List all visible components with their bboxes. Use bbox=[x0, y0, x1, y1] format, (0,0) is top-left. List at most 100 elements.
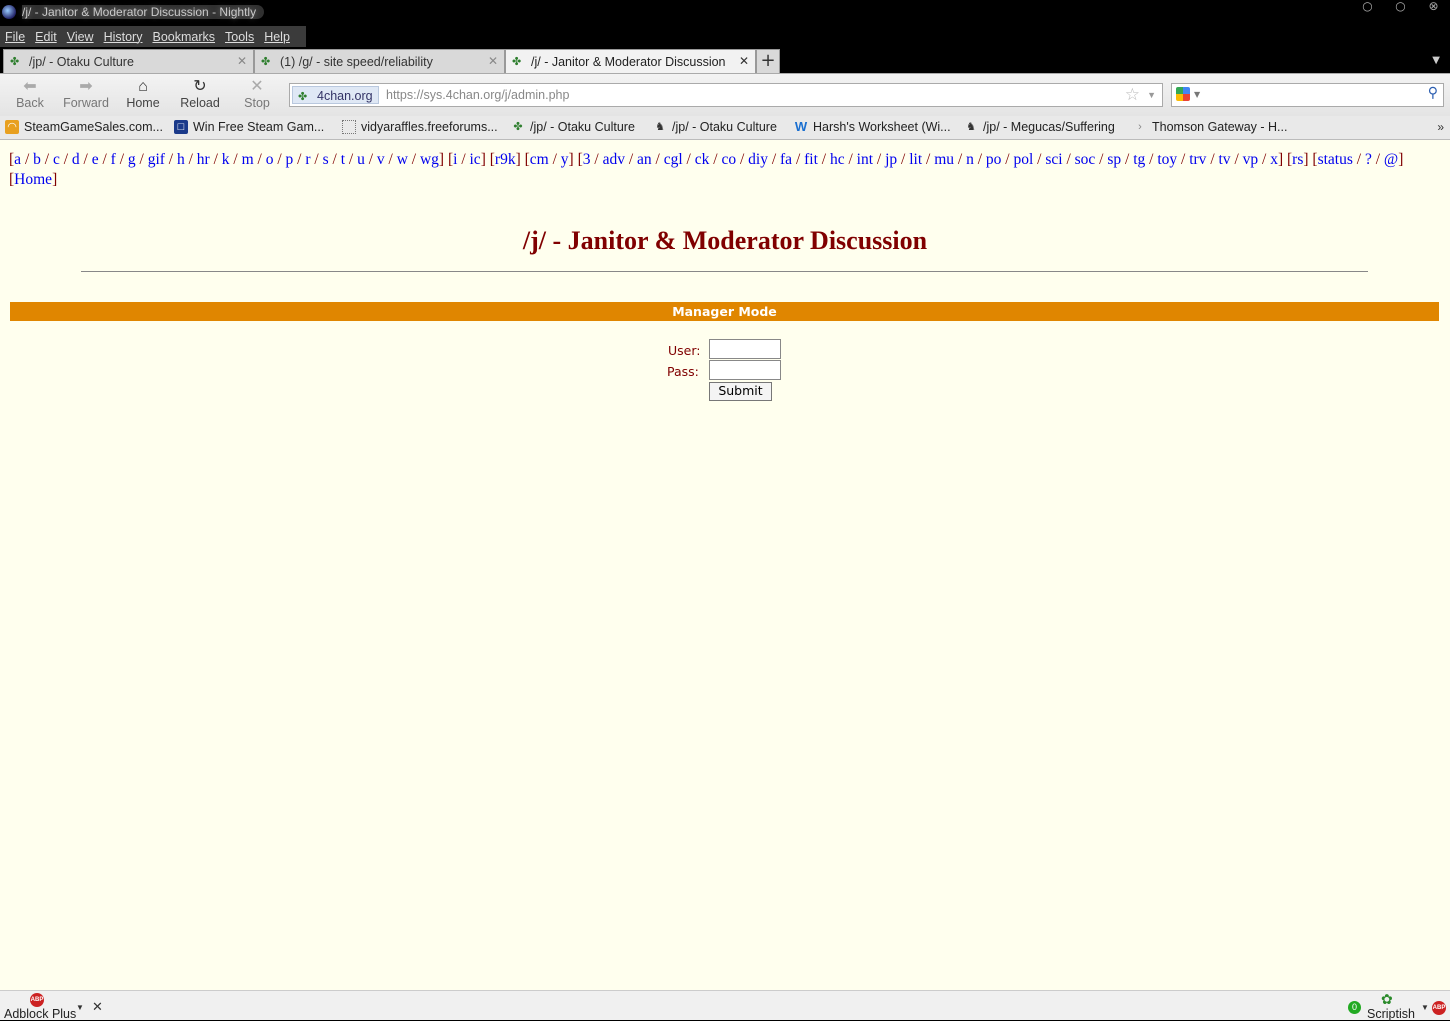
scriptish-label[interactable]: Scriptish bbox=[1367, 1007, 1415, 1021]
board-link-x[interactable]: x bbox=[1270, 151, 1278, 168]
site-identity-button[interactable]: ✤ 4chan.org bbox=[292, 86, 379, 104]
board-link-pol[interactable]: pol bbox=[1013, 151, 1033, 168]
home-button[interactable]: ⌂ Home bbox=[116, 78, 170, 110]
board-link-y[interactable]: y bbox=[561, 151, 569, 168]
board-link-sp[interactable]: sp bbox=[1107, 151, 1121, 168]
board-link-fa[interactable]: fa bbox=[780, 151, 792, 168]
pass-input[interactable] bbox=[709, 360, 781, 380]
board-link-k[interactable]: k bbox=[222, 151, 230, 168]
board-link-status[interactable]: status bbox=[1318, 151, 1353, 168]
board-link-s[interactable]: s bbox=[323, 151, 329, 168]
board-link-h[interactable]: h bbox=[177, 151, 185, 168]
close-addon-bar-icon[interactable]: ✕ bbox=[92, 999, 103, 1015]
board-link-trv[interactable]: trv bbox=[1189, 151, 1206, 168]
reload-button[interactable]: ↻ Reload bbox=[173, 78, 227, 110]
board-link-v[interactable]: v bbox=[377, 151, 385, 168]
board-link-x[interactable]: @ bbox=[1384, 151, 1398, 168]
board-link-gif[interactable]: gif bbox=[148, 151, 165, 168]
board-link-c[interactable]: c bbox=[53, 151, 60, 168]
search-magnifier-icon[interactable]: ⚲ bbox=[1428, 85, 1438, 101]
board-link-e[interactable]: e bbox=[92, 151, 99, 168]
board-link-cgl[interactable]: cgl bbox=[664, 151, 683, 168]
board-link-ck[interactable]: ck bbox=[695, 151, 710, 168]
board-link-co[interactable]: co bbox=[721, 151, 736, 168]
board-link-wg[interactable]: wg bbox=[420, 151, 439, 168]
board-link-o[interactable]: o bbox=[266, 151, 274, 168]
adblock-plus-icon[interactable]: ABP bbox=[1432, 1001, 1446, 1015]
board-link-po[interactable]: po bbox=[986, 151, 1002, 168]
forward-button[interactable]: ➡ Forward bbox=[59, 78, 113, 110]
board-link-diy[interactable]: diy bbox=[748, 151, 768, 168]
scriptish-dropdown-icon[interactable]: ▼ bbox=[1421, 1003, 1429, 1012]
board-link-home[interactable]: Home bbox=[14, 171, 52, 188]
google-engine-icon[interactable] bbox=[1176, 87, 1190, 101]
url-text[interactable]: https://sys.4chan.org/j/admin.php bbox=[386, 88, 569, 102]
bookmark-jp-otaku-culture[interactable]: ✤ /jp/ - Otaku Culture bbox=[511, 120, 635, 134]
board-link-w[interactable]: w bbox=[397, 151, 408, 168]
board-link-hc[interactable]: hc bbox=[830, 151, 845, 168]
engine-dropdown-icon[interactable]: ▼ bbox=[1194, 90, 1200, 99]
adblock-dropdown-icon[interactable]: ▼ bbox=[76, 1003, 84, 1012]
board-link-hr[interactable]: hr bbox=[197, 151, 210, 168]
board-link-3[interactable]: 3 bbox=[583, 151, 591, 168]
board-link-a[interactable]: a bbox=[14, 151, 21, 168]
board-link-i[interactable]: i bbox=[453, 151, 457, 168]
board-link-m[interactable]: m bbox=[242, 151, 254, 168]
tab-j-janitor-moderator[interactable]: ✤ /j/ - Janitor & Moderator Discussion ✕ bbox=[505, 49, 756, 73]
more-bookmarks-chevron-icon[interactable]: » bbox=[1437, 120, 1444, 134]
adblock-plus-icon[interactable]: ABP bbox=[30, 993, 44, 1007]
url-history-dropdown-icon[interactable]: ▼ bbox=[1147, 90, 1156, 100]
bookmark-steamgamesales[interactable]: ◠ SteamGameSales.com... bbox=[5, 120, 163, 134]
board-link-tv[interactable]: tv bbox=[1219, 151, 1231, 168]
board-link-sci[interactable]: sci bbox=[1045, 151, 1062, 168]
board-link-jp[interactable]: jp bbox=[885, 151, 897, 168]
user-input[interactable] bbox=[709, 339, 781, 359]
board-link-int[interactable]: int bbox=[857, 151, 873, 168]
bookmark-jp-otaku-culture-2[interactable]: ♞ /jp/ - Otaku Culture bbox=[653, 120, 777, 134]
tab-g-site-speed[interactable]: ✤ (1) /g/ - site speed/reliability ✕ bbox=[254, 49, 505, 73]
board-link-rs[interactable]: rs bbox=[1292, 151, 1303, 168]
menu-file[interactable]: File bbox=[0, 30, 30, 44]
board-link-b[interactable]: b bbox=[33, 151, 41, 168]
menu-history[interactable]: History bbox=[99, 30, 148, 44]
stop-button[interactable]: ✕ Stop bbox=[230, 78, 284, 110]
board-link-d[interactable]: d bbox=[72, 151, 80, 168]
board-link-vp[interactable]: vp bbox=[1243, 151, 1259, 168]
board-link-r[interactable]: r bbox=[305, 151, 310, 168]
bookmark-thomson-gateway[interactable]: › Thomson Gateway - H... bbox=[1133, 120, 1287, 134]
board-link-tg[interactable]: tg bbox=[1133, 151, 1145, 168]
close-window-icon[interactable]: ⊗ bbox=[1427, 0, 1440, 13]
board-link-p[interactable]: p bbox=[286, 151, 294, 168]
close-tab-icon[interactable]: ✕ bbox=[237, 54, 247, 68]
maximize-icon[interactable]: ○ bbox=[1394, 0, 1407, 13]
menu-bookmarks[interactable]: Bookmarks bbox=[147, 30, 220, 44]
board-link-f[interactable]: f bbox=[111, 151, 116, 168]
bookmark-vidyaraffles[interactable]: vidyaraffles.freeforums... bbox=[342, 120, 498, 134]
menu-tools[interactable]: Tools bbox=[220, 30, 259, 44]
board-link-adv[interactable]: adv bbox=[603, 151, 625, 168]
board-link-toy[interactable]: toy bbox=[1157, 151, 1177, 168]
board-link-ic[interactable]: ic bbox=[470, 151, 481, 168]
board-link-cm[interactable]: cm bbox=[530, 151, 549, 168]
adblock-plus-label[interactable]: Adblock Plus bbox=[4, 1007, 76, 1021]
menu-edit[interactable]: Edit bbox=[30, 30, 62, 44]
menu-help[interactable]: Help bbox=[259, 30, 295, 44]
search-input[interactable] bbox=[1206, 86, 1416, 104]
menu-view[interactable]: View bbox=[62, 30, 99, 44]
board-link-t[interactable]: t bbox=[341, 151, 345, 168]
board-link-fit[interactable]: fit bbox=[804, 151, 818, 168]
bookmark-win-free-steam[interactable]: □ Win Free Steam Gam... bbox=[174, 120, 324, 134]
board-link-n[interactable]: n bbox=[966, 151, 974, 168]
board-link-x[interactable]: ? bbox=[1365, 151, 1372, 168]
board-link-g[interactable]: g bbox=[128, 151, 136, 168]
board-link-u[interactable]: u bbox=[357, 151, 365, 168]
back-button[interactable]: ⬅ Back bbox=[3, 78, 57, 110]
board-link-mu[interactable]: mu bbox=[934, 151, 954, 168]
bookmark-jp-megucas[interactable]: ♞ /jp/ - Megucas/Suffering bbox=[964, 120, 1115, 134]
minimize-icon[interactable]: ○ bbox=[1361, 0, 1374, 13]
board-link-an[interactable]: an bbox=[637, 151, 652, 168]
bookmark-star-icon[interactable]: ☆ bbox=[1125, 85, 1140, 105]
board-link-r9k[interactable]: r9k bbox=[495, 151, 516, 168]
list-all-tabs-icon[interactable]: ▼ bbox=[1432, 55, 1440, 66]
url-bar[interactable]: ✤ 4chan.org https://sys.4chan.org/j/admi… bbox=[289, 83, 1163, 107]
